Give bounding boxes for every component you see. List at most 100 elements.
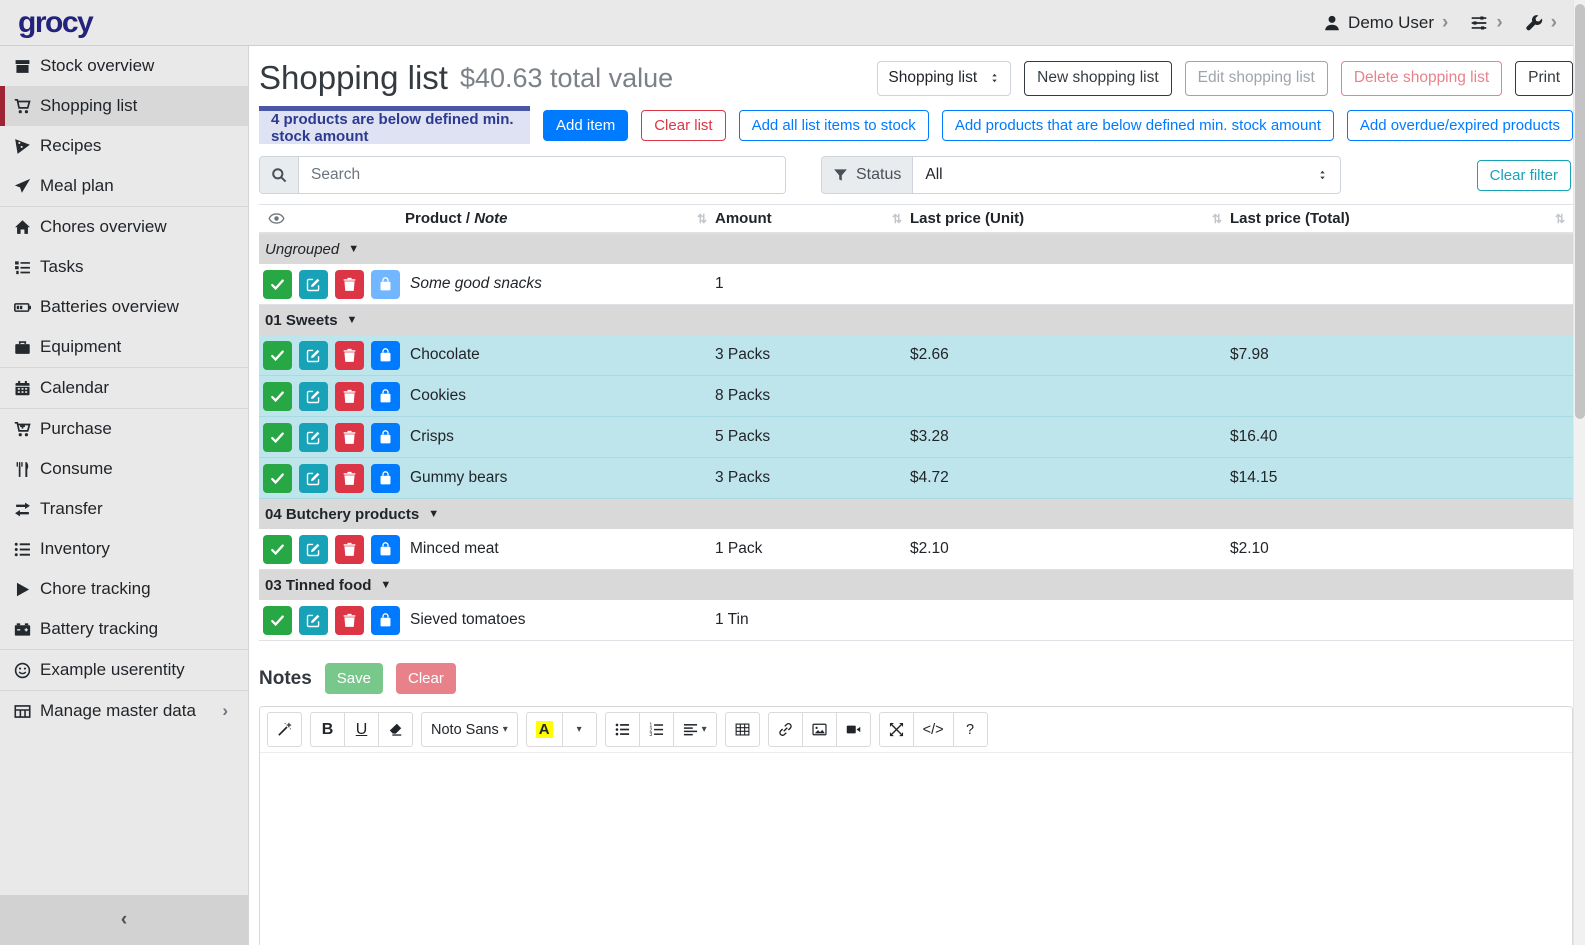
sort-icon[interactable]: ⇅ xyxy=(697,212,707,226)
status-select[interactable]: All xyxy=(913,157,1340,193)
edit-item-button[interactable] xyxy=(299,270,328,299)
complete-item-button[interactable] xyxy=(263,464,292,493)
shopping-list-select[interactable]: Shopping list xyxy=(877,61,1011,96)
notes-save-button[interactable]: Save xyxy=(325,663,383,694)
price-total-column-header[interactable]: Last price (Total)⇅ xyxy=(1230,210,1573,227)
sidebar-item-batteries-overview[interactable]: Batteries overview xyxy=(0,287,248,327)
sidebar-item-shopping-list[interactable]: Shopping list xyxy=(0,86,248,126)
sidebar-item-transfer[interactable]: Transfer xyxy=(0,489,248,529)
add-all-to-stock-button[interactable]: Add all list items to stock xyxy=(739,110,929,141)
sidebar-item-example-userentity[interactable]: Example userentity xyxy=(0,650,248,690)
complete-item-button[interactable] xyxy=(263,535,292,564)
group-header-ungrouped[interactable]: Ungrouped▼ xyxy=(259,234,1573,264)
sidebar-item-meal-plan[interactable]: Meal plan xyxy=(0,166,248,206)
notes-clear-button[interactable]: Clear xyxy=(396,663,456,694)
add-to-stock-button[interactable] xyxy=(371,423,400,452)
insert-link-button[interactable] xyxy=(768,712,803,747)
edit-item-button[interactable] xyxy=(299,535,328,564)
edit-item-button[interactable] xyxy=(299,341,328,370)
complete-item-button[interactable] xyxy=(263,606,292,635)
sidebar-item-tasks[interactable]: Tasks xyxy=(0,247,248,287)
edit-item-button[interactable] xyxy=(299,464,328,493)
magic-style-button[interactable] xyxy=(267,712,302,747)
delete-item-button[interactable] xyxy=(335,606,364,635)
insert-video-button[interactable] xyxy=(836,712,871,747)
sidebar-item-calendar[interactable]: Calendar xyxy=(0,368,248,408)
sidebar-item-consume[interactable]: Consume xyxy=(0,449,248,489)
add-to-stock-button[interactable] xyxy=(371,606,400,635)
paragraph-align-button[interactable]: ▾ xyxy=(673,712,717,747)
add-to-stock-button[interactable] xyxy=(371,464,400,493)
edit-item-button[interactable] xyxy=(299,382,328,411)
clear-formatting-button[interactable] xyxy=(378,712,413,747)
complete-item-button[interactable] xyxy=(263,382,292,411)
bold-button[interactable]: B xyxy=(310,712,345,747)
group-header-butchery[interactable]: 04 Butchery products▼ xyxy=(259,499,1573,529)
delete-item-button[interactable] xyxy=(335,535,364,564)
code-view-button[interactable]: </> xyxy=(913,712,954,747)
complete-item-button[interactable] xyxy=(263,270,292,299)
new-shopping-list-button[interactable]: New shopping list xyxy=(1024,61,1171,96)
vertical-scrollbar[interactable] xyxy=(1573,0,1585,945)
sidebar-item-purchase[interactable]: Purchase xyxy=(0,409,248,449)
edit-shopping-list-button[interactable]: Edit shopping list xyxy=(1185,61,1328,96)
sort-icon[interactable]: ⇅ xyxy=(892,212,902,226)
add-to-stock-button[interactable] xyxy=(371,270,400,299)
sidebar-item-inventory[interactable]: Inventory xyxy=(0,529,248,569)
scrollbar-thumb[interactable] xyxy=(1575,4,1585,419)
edit-item-button[interactable] xyxy=(299,606,328,635)
add-to-stock-button[interactable] xyxy=(371,341,400,370)
delete-item-button[interactable] xyxy=(335,270,364,299)
font-color-button[interactable]: A xyxy=(526,712,563,747)
user-menu[interactable]: Demo User › xyxy=(1323,13,1448,33)
complete-item-button[interactable] xyxy=(263,423,292,452)
sort-icon[interactable]: ⇅ xyxy=(1212,212,1222,226)
settings-menu[interactable]: › xyxy=(1470,13,1502,32)
add-overdue-button[interactable]: Add overdue/expired products xyxy=(1347,110,1573,141)
delete-shopping-list-button[interactable]: Delete shopping list xyxy=(1341,61,1502,96)
complete-item-button[interactable] xyxy=(263,341,292,370)
insert-table-button[interactable] xyxy=(725,712,760,747)
sidebar-item-chore-tracking[interactable]: Chore tracking xyxy=(0,569,248,609)
sidebar-item-battery-tracking[interactable]: Battery tracking xyxy=(0,609,248,649)
add-below-min-stock-button[interactable]: Add products that are below defined min.… xyxy=(942,110,1334,141)
sidebar-collapse-button[interactable]: ‹ xyxy=(0,895,248,945)
font-family-button[interactable]: Noto Sans▾ xyxy=(421,712,518,747)
sort-icon[interactable]: ⇅ xyxy=(1555,212,1565,226)
add-to-stock-button[interactable] xyxy=(371,535,400,564)
min-stock-alert[interactable]: 4 products are below defined min. stock … xyxy=(259,106,530,144)
search-input[interactable] xyxy=(299,157,785,193)
print-button[interactable]: Print xyxy=(1515,61,1573,96)
edit-item-button[interactable] xyxy=(299,423,328,452)
add-to-stock-button[interactable] xyxy=(371,382,400,411)
sidebar-item-equipment[interactable]: Equipment xyxy=(0,327,248,367)
price-unit-column-header[interactable]: Last price (Unit)⇅ xyxy=(910,210,1230,227)
insert-image-button[interactable] xyxy=(802,712,837,747)
underline-button[interactable]: U xyxy=(344,712,379,747)
amount-column-header[interactable]: Amount⇅ xyxy=(715,210,910,227)
visibility-column-header[interactable] xyxy=(259,210,405,227)
sidebar-item-chores-overview[interactable]: Chores overview xyxy=(0,207,248,247)
app-logo[interactable]: grocy xyxy=(18,6,248,40)
admin-menu[interactable]: › xyxy=(1525,13,1557,32)
sidebar-item-stock-overview[interactable]: Stock overview xyxy=(0,46,248,86)
delete-item-button[interactable] xyxy=(335,464,364,493)
group-header-tinned-food[interactable]: 03 Tinned food▼ xyxy=(259,570,1573,600)
add-item-button[interactable]: Add item xyxy=(543,110,628,141)
clear-list-button[interactable]: Clear list xyxy=(641,110,725,141)
clear-filter-button[interactable]: Clear filter xyxy=(1477,160,1571,191)
fullscreen-button[interactable] xyxy=(879,712,914,747)
font-color-dropdown-button[interactable]: ▾ xyxy=(562,712,597,747)
product-column-header[interactable]: Product / Note ⇅ xyxy=(405,210,715,227)
notes-textarea[interactable] xyxy=(260,753,1572,945)
delete-item-button[interactable] xyxy=(335,341,364,370)
help-button[interactable]: ? xyxy=(953,712,988,747)
sidebar-item-recipes[interactable]: Recipes xyxy=(0,126,248,166)
delete-item-button[interactable] xyxy=(335,423,364,452)
unordered-list-button[interactable] xyxy=(605,712,640,747)
ordered-list-button[interactable] xyxy=(639,712,674,747)
sidebar-item-manage-master-data[interactable]: Manage master data› xyxy=(0,691,248,731)
group-header-sweets[interactable]: 01 Sweets▼ xyxy=(259,305,1573,335)
delete-item-button[interactable] xyxy=(335,382,364,411)
sidebar-item-label: Battery tracking xyxy=(40,619,158,639)
